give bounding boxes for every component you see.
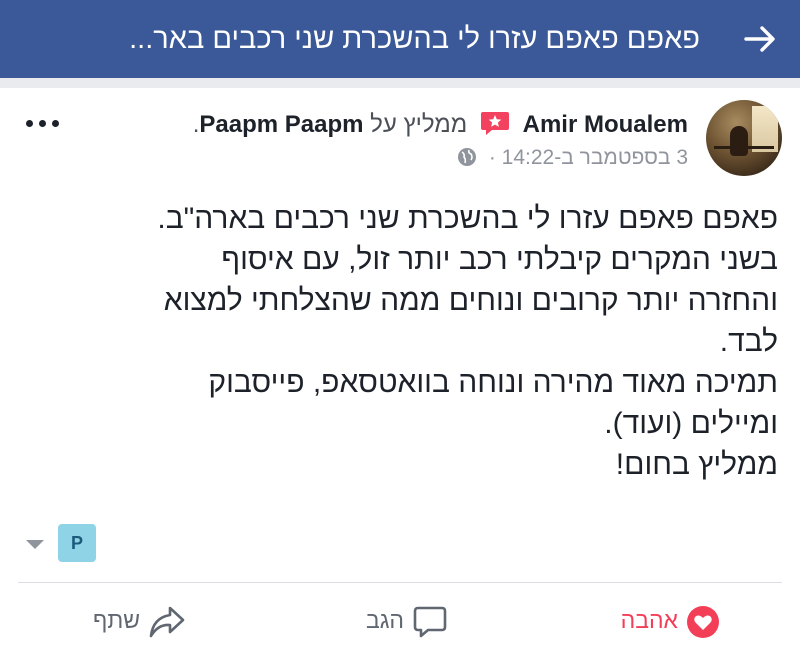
post-timestamp[interactable]: 3 בספטמבר ב-14:22	[502, 146, 688, 169]
page-name-link[interactable]: Paapm Paapm	[199, 111, 363, 138]
post-line: ממליץ בחום!	[615, 448, 778, 481]
more-dots-icon[interactable]	[24, 110, 60, 134]
heart-icon	[687, 605, 719, 638]
app-header: פאפם פאפם עזרו לי בהשכרת שני רכבים באר..…	[0, 0, 800, 78]
post-line: ומיילים (ועוד).	[604, 407, 778, 440]
share-button[interactable]: שתף	[93, 598, 186, 642]
meta-separator: ·	[488, 146, 496, 169]
divider	[18, 582, 782, 583]
comment-label: הגב	[365, 607, 404, 633]
arrow-right-icon[interactable]	[740, 19, 780, 59]
comment-bubble-icon	[413, 606, 447, 638]
post-line: בשני המקרים קיבלתי רכב יותר זול, עם איסו…	[221, 243, 778, 276]
love-button[interactable]: אהבה	[621, 598, 720, 642]
dot-1	[26, 120, 33, 127]
share-arrow-icon	[149, 606, 185, 638]
love-label: אהבה	[620, 607, 678, 633]
post-card: Amir Moualem ממליץ על Paapm Paapm. 3 בספ…	[0, 88, 800, 656]
page-badge[interactable]: P	[58, 524, 96, 562]
post-line: והחזרה יותר קרובים ונוחים ממה שהצלחתי למ…	[163, 284, 778, 317]
post-meta: 3 בספטמבר ב-14:22 ·	[457, 146, 688, 170]
post-body: פאפם פאפם עזרו לי בהשכרת שני רכבים בארה"…	[18, 198, 778, 485]
header-title: פאפם פאפם עזרו לי בהשכרת שני רכבים באר..…	[129, 23, 700, 55]
avatar-person	[730, 126, 748, 156]
author-name[interactable]: Amir Moualem	[523, 111, 688, 138]
post-header-line: Amir Moualem ממליץ על Paapm Paapm.	[193, 110, 688, 139]
post-line: פאפם פאפם עזרו לי בהשכרת שני רכבים בארה"…	[157, 202, 778, 235]
globe-icon	[457, 148, 476, 166]
comment-button[interactable]: הגב	[366, 598, 448, 642]
recommends-text: ממליץ על	[370, 111, 468, 138]
recommendation-star-icon	[480, 112, 509, 135]
post-line: לבד.	[719, 325, 778, 358]
post-line: תמיכה מאוד מהירה ונוחה בוואטסאפ, פייסבוק	[208, 366, 778, 399]
share-label: שתף	[92, 607, 140, 633]
dot-2	[39, 120, 46, 127]
dot-3	[52, 120, 59, 127]
caret-down-icon[interactable]	[24, 536, 46, 552]
avatar[interactable]	[706, 100, 782, 176]
